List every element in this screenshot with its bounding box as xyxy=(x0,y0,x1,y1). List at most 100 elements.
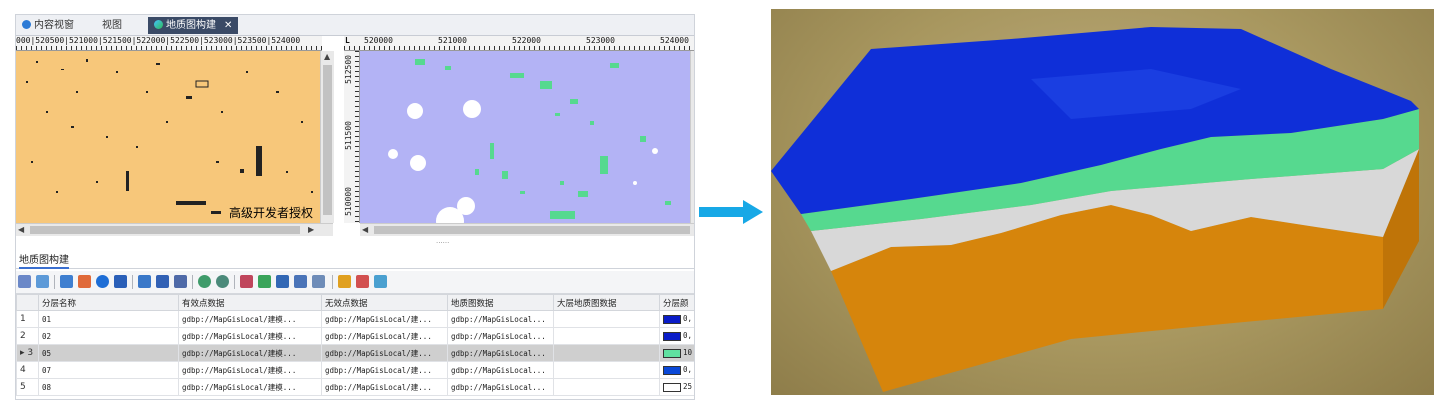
layer-table: 分层名称 有效点数据 无效点数据 地质图数据 大层地质图数据 分层颜 1 01 … xyxy=(16,294,694,396)
map-view-left[interactable]: 高级开发者授权 xyxy=(16,51,320,223)
column-header[interactable] xyxy=(16,294,39,311)
cell-layer-name[interactable]: 07 xyxy=(38,361,179,379)
table-row-selected[interactable]: ▸ 3 05 gdbp://MapGisLocal/建模... gdbp://M… xyxy=(16,344,694,362)
table-row[interactable]: 5 08 gdbp://MapGisLocal/建模... gdbp://Map… xyxy=(16,378,694,396)
column-header-big-layer-map[interactable]: 大层地质图数据 xyxy=(553,294,660,311)
panel-title[interactable]: 地质图构建 xyxy=(16,253,694,269)
arrow-right-icon xyxy=(699,200,763,224)
flag-icon[interactable] xyxy=(156,275,169,288)
fill-icon[interactable] xyxy=(258,275,271,288)
scroll-thumb[interactable] xyxy=(30,226,300,234)
color-swatch xyxy=(663,365,681,375)
layer-add-icon[interactable] xyxy=(18,275,31,288)
refresh-icon[interactable] xyxy=(198,275,211,288)
3d-geology-model-view[interactable] xyxy=(771,9,1434,395)
cell-layer-color[interactable]: 25 xyxy=(659,378,694,396)
magic-icon[interactable] xyxy=(356,275,369,288)
cell-layer-color[interactable]: 10 xyxy=(659,344,694,362)
license-watermark: 高级开发者授权 xyxy=(229,206,314,220)
horizontal-ruler-right: L 520000 521000 522000 523000 524000 xyxy=(344,36,694,51)
column-header-map-data[interactable]: 地质图数据 xyxy=(447,294,554,311)
cell-valid-points[interactable]: gdbp://MapGisLocal/建模... xyxy=(178,310,322,328)
cell-invalid-points[interactable]: gdbp://MapGisLocal/建... xyxy=(321,310,448,328)
cell-invalid-points[interactable]: gdbp://MapGisLocal/建... xyxy=(321,344,448,362)
table-row[interactable]: 2 02 gdbp://MapGisLocal/建模... gdbp://Map… xyxy=(16,327,694,345)
cell-layer-color[interactable]: 0, xyxy=(659,310,694,328)
right-map-horizontal-scrollbar[interactable]: ◀ xyxy=(360,223,694,236)
map-features-right xyxy=(388,59,671,223)
table-row[interactable]: 4 07 gdbp://MapGisLocal/建模... gdbp://Map… xyxy=(16,361,694,379)
table-row[interactable]: 1 01 gdbp://MapGisLocal/建模... gdbp://Map… xyxy=(16,310,694,328)
cell-big-layer-map[interactable] xyxy=(553,310,660,328)
ruler-ticks xyxy=(344,46,694,50)
cell-layer-name[interactable]: 01 xyxy=(38,310,179,328)
cell-layer-name[interactable]: 08 xyxy=(38,378,179,396)
cell-layer-name[interactable]: 02 xyxy=(38,327,179,345)
close-icon[interactable]: ✕ xyxy=(224,20,232,31)
scroll-thumb[interactable] xyxy=(323,65,332,215)
vertical-ruler-right: 512500 511500 510000 xyxy=(344,51,360,223)
frame-icon[interactable] xyxy=(294,275,307,288)
cell-invalid-points[interactable]: gdbp://MapGisLocal/建... xyxy=(321,378,448,396)
cell-invalid-points[interactable]: gdbp://MapGisLocal/建... xyxy=(321,361,448,379)
cell-valid-points[interactable]: gdbp://MapGisLocal/建模... xyxy=(178,327,322,345)
cell-layer-color[interactable]: 0, xyxy=(659,361,694,379)
delete-icon[interactable] xyxy=(114,275,127,288)
column-header-valid-points[interactable]: 有效点数据 xyxy=(178,294,322,311)
splitter-grip[interactable]: ...... xyxy=(436,237,449,245)
column-header-invalid-points[interactable]: 无效点数据 xyxy=(321,294,448,311)
connect-icon[interactable] xyxy=(60,275,73,288)
gis-app-window: 内容视窗 视图 地质图构建 ✕ 000|520500|521000|521500|… xyxy=(15,14,695,400)
cell-valid-points[interactable]: gdbp://MapGisLocal/建模... xyxy=(178,378,322,396)
cell-big-layer-map[interactable] xyxy=(553,327,660,345)
3d-geology-model xyxy=(771,27,1419,392)
color-swatch xyxy=(663,348,681,358)
cell-map-data[interactable]: gdbp://MapGisLocal... xyxy=(447,378,554,396)
cell-invalid-points[interactable]: gdbp://MapGisLocal/建... xyxy=(321,327,448,345)
row-index: 2 xyxy=(16,327,39,345)
scroll-thumb[interactable] xyxy=(374,226,690,234)
edit-icon[interactable] xyxy=(338,275,351,288)
scroll-right-icon[interactable]: ▶ xyxy=(308,225,314,235)
cell-layer-name[interactable]: 05 xyxy=(38,344,179,362)
column-header-layer-color[interactable]: 分层颜 xyxy=(659,294,694,311)
cell-valid-points[interactable]: gdbp://MapGisLocal/建模... xyxy=(178,361,322,379)
left-map-vertical-scrollbar[interactable]: ▲ xyxy=(320,51,334,223)
link-icon[interactable] xyxy=(374,275,387,288)
tab-geology-map-build[interactable]: 地质图构建 ✕ xyxy=(148,17,239,34)
right-map-vertical-scrollbar[interactable] xyxy=(690,51,694,223)
cell-map-data[interactable]: gdbp://MapGisLocal... xyxy=(447,361,554,379)
cell-layer-color[interactable]: 0, xyxy=(659,327,694,345)
tab-view[interactable]: 视图 xyxy=(96,17,128,34)
scroll-left-icon[interactable]: ◀ xyxy=(18,225,24,235)
cell-map-data[interactable]: gdbp://MapGisLocal... xyxy=(447,310,554,328)
scroll-up-icon[interactable]: ▲ xyxy=(324,52,330,62)
cell-big-layer-map[interactable] xyxy=(553,361,660,379)
document-tab-bar: 内容视窗 视图 地质图构建 ✕ xyxy=(16,15,694,36)
grid-icon[interactable] xyxy=(138,275,151,288)
ruler-ticks xyxy=(16,46,322,50)
column-header-layer-name[interactable]: 分层名称 xyxy=(38,294,179,311)
table-icon[interactable] xyxy=(174,275,187,288)
layer-import-icon[interactable] xyxy=(36,275,49,288)
color-swatch xyxy=(663,382,681,392)
cell-big-layer-map[interactable] xyxy=(553,378,660,396)
cell-big-layer-map[interactable] xyxy=(553,344,660,362)
add-circle-icon[interactable] xyxy=(96,275,109,288)
map-view-right[interactable] xyxy=(360,51,690,223)
pointer-icon[interactable] xyxy=(312,275,325,288)
cell-map-data[interactable]: gdbp://MapGisLocal... xyxy=(447,327,554,345)
node-icon[interactable] xyxy=(276,275,289,288)
scroll-left-icon[interactable]: ◀ xyxy=(362,225,368,235)
left-map-horizontal-scrollbar[interactable]: ◀ ▶ xyxy=(16,223,333,236)
export-icon[interactable] xyxy=(78,275,91,288)
cell-map-data[interactable]: gdbp://MapGisLocal... xyxy=(447,344,554,362)
settings-icon[interactable] xyxy=(216,275,229,288)
row-index: 4 xyxy=(16,361,39,379)
globe-icon xyxy=(154,20,163,29)
cell-valid-points[interactable]: gdbp://MapGisLocal/建模... xyxy=(178,344,322,362)
toolbar-separator xyxy=(132,275,133,289)
panel-toolbar xyxy=(16,271,694,294)
brush-icon[interactable] xyxy=(240,275,253,288)
tab-content-view[interactable]: 内容视窗 xyxy=(16,17,80,34)
